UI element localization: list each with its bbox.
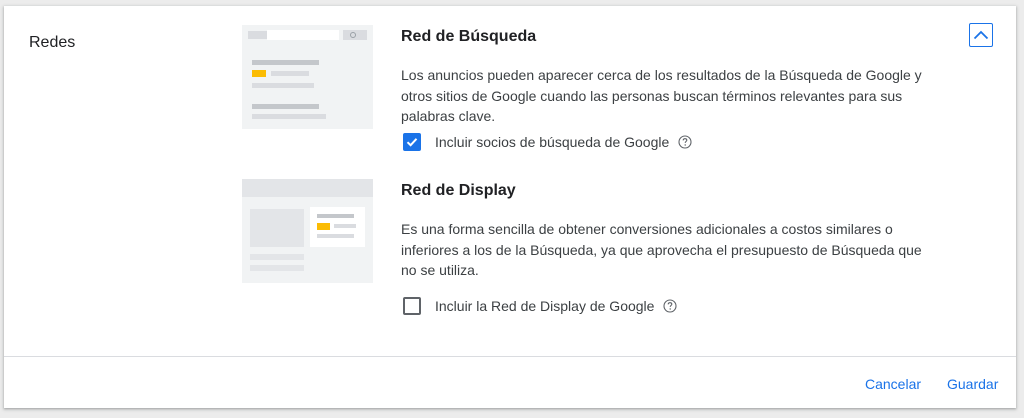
search-network-title: Red de Búsqueda xyxy=(401,28,537,45)
display-network-label[interactable]: Incluir la Red de Display de Google xyxy=(435,298,654,314)
display-network-description: Es una forma sencilla de obtener convers… xyxy=(401,221,922,278)
display-network-checkbox[interactable] xyxy=(403,297,421,315)
search-partners-checkbox[interactable] xyxy=(403,133,421,151)
chevron-up-icon xyxy=(973,30,989,40)
search-network-illustration xyxy=(242,25,373,129)
networks-card: Redes Red de Búsqueda Los anuncios puede… xyxy=(4,6,1016,408)
search-partners-option: Incluir socios de búsqueda de Google xyxy=(403,133,692,151)
help-circle-icon[interactable] xyxy=(663,299,678,313)
section-title: Redes xyxy=(29,34,76,51)
display-network-title: Red de Display xyxy=(401,182,516,199)
help-circle-icon[interactable] xyxy=(678,135,692,149)
cancel-button[interactable]: Cancelar xyxy=(865,376,921,392)
display-network-illustration xyxy=(242,179,373,283)
collapse-button[interactable] xyxy=(969,23,993,47)
display-network-option: Incluir la Red de Display de Google xyxy=(403,297,678,315)
checkmark-icon xyxy=(406,138,418,147)
footer-divider xyxy=(4,356,1016,357)
search-partners-label[interactable]: Incluir socios de búsqueda de Google xyxy=(435,134,669,150)
search-network-description: Los anuncios pueden aparecer cerca de lo… xyxy=(401,67,922,124)
save-button[interactable]: Guardar xyxy=(947,376,998,392)
